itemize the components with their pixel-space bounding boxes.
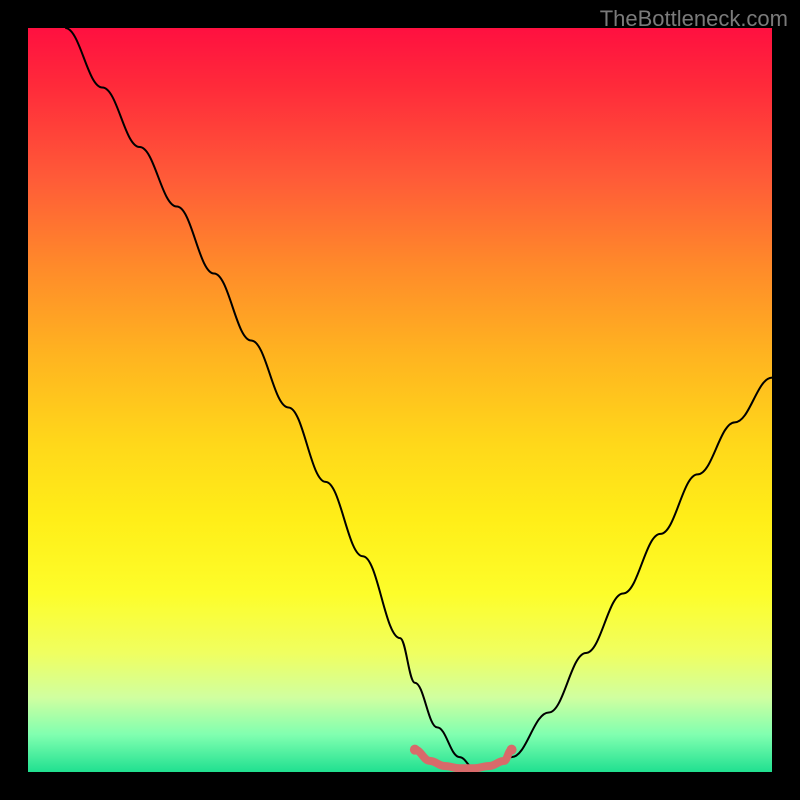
bottleneck-curve-line — [65, 28, 772, 768]
minimum-left-dot — [410, 745, 420, 755]
minimum-right-dot — [507, 745, 517, 755]
chart-svg — [28, 28, 772, 772]
watermark-text: TheBottleneck.com — [600, 6, 788, 32]
chart-plot-area — [28, 28, 772, 772]
